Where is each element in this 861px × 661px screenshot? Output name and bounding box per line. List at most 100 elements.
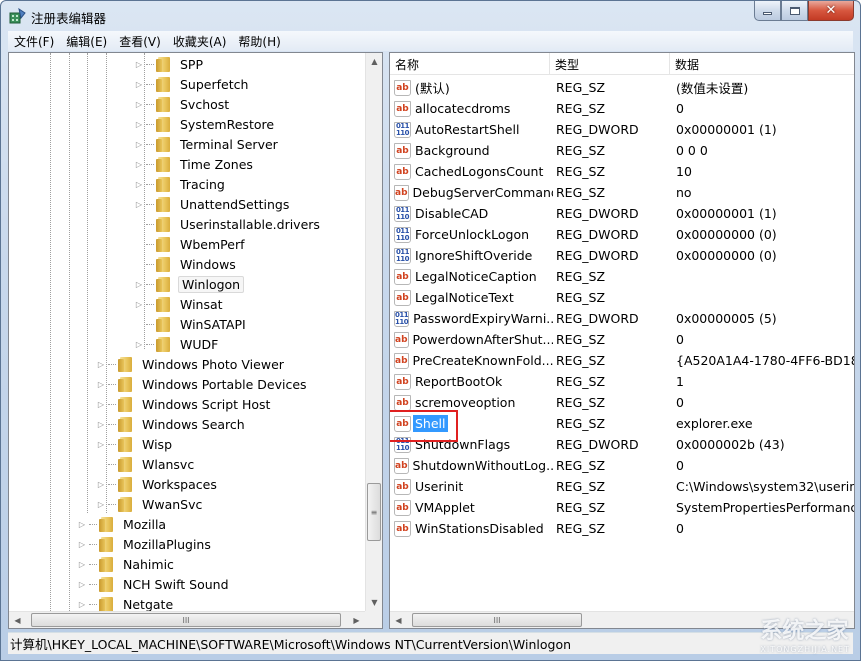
scroll-left-button[interactable]: ◀ — [390, 612, 407, 628]
expand-arrow-icon[interactable]: ▷ — [96, 359, 106, 369]
tree-item[interactable]: ▷ SPP — [134, 54, 205, 74]
expand-arrow-icon[interactable]: ▷ — [96, 379, 106, 389]
registry-value-row[interactable]: ab Shell REG_SZ explorer.exe — [390, 413, 854, 434]
column-header-name[interactable]: 名称 — [390, 53, 550, 75]
tree-item[interactable]: ▷ UnattendSettings — [134, 194, 291, 214]
scroll-right-button[interactable]: ▶ — [348, 612, 365, 628]
tree-item[interactable]: ▷ Winsat — [134, 294, 225, 314]
expand-arrow-icon[interactable]: ▷ — [134, 339, 144, 349]
tree-item[interactable]: ▷ Windows Portable Devices — [96, 374, 309, 394]
value-data: 0 — [676, 395, 684, 410]
tree-item[interactable]: ▷ SystemRestore — [134, 114, 276, 134]
tree-item[interactable]: ▷ WUDF — [134, 334, 220, 354]
expand-arrow-icon[interactable]: ▷ — [96, 399, 106, 409]
tree-item[interactable]: ▷ NCH Swift Sound — [77, 574, 231, 594]
expand-arrow-icon[interactable]: ▷ — [96, 479, 106, 489]
value-data: 0x00000000 (0) — [676, 248, 777, 263]
expand-arrow-icon[interactable]: ▷ — [77, 599, 87, 609]
registry-value-row[interactable]: ab ShutdownWithoutLog... REG_SZ 0 — [390, 455, 854, 476]
tree-item[interactable]: ▷ Winlogon — [134, 274, 245, 294]
tree-item[interactable]: ▷ Nahimic — [77, 554, 176, 574]
expand-arrow-icon[interactable]: ▷ — [134, 139, 144, 149]
menu-help[interactable]: 帮助(H) — [232, 33, 286, 50]
tree-item[interactable]: ▷ Superfetch — [134, 74, 250, 94]
tree-item[interactable]: ▷ Windows Search — [96, 414, 247, 434]
registry-value-row[interactable]: 011 110 ShutdownFlags REG_DWORD 0x0000002b … — [390, 434, 854, 455]
tree-item[interactable]: ▷ Workspaces — [96, 474, 219, 494]
registry-tree[interactable]: ▷ SPP ▷ Superfetch ▷ Svchost ▷ SystemRestore ▷ Te… — [8, 52, 383, 629]
registry-value-row[interactable]: ab PowerdownAfterShut... REG_SZ 0 — [390, 329, 854, 350]
tree-item[interactable]: ▷ WwanSvc — [96, 494, 204, 514]
registry-value-row[interactable]: 011 110 DisableCAD REG_DWORD 0x00000001 (1) — [390, 203, 854, 224]
tree-item[interactable]: Userinstallable.drivers — [134, 214, 322, 234]
tree-scroll-thumb[interactable]: ≡ — [367, 483, 381, 541]
tree-item[interactable]: ▷ Wisp — [96, 434, 174, 454]
column-header-type[interactable]: 类型 — [550, 53, 670, 75]
expand-arrow-icon[interactable]: ▷ — [134, 299, 144, 309]
expand-arrow-icon[interactable]: ▷ — [134, 199, 144, 209]
minimize-button[interactable] — [754, 1, 781, 21]
expand-arrow-icon[interactable]: ▷ — [77, 539, 87, 549]
tree-item[interactable]: ▷ Tracing — [134, 174, 227, 194]
tree-item[interactable]: Windows — [134, 254, 238, 274]
tree-item[interactable]: ▷ MozillaPlugins — [77, 534, 213, 554]
scroll-left-button[interactable]: ◀ — [9, 612, 26, 628]
tree-item[interactable]: WinSATAPI — [134, 314, 248, 334]
registry-value-row[interactable]: ab CachedLogonsCount REG_SZ 10 — [390, 161, 854, 182]
expand-arrow-icon[interactable]: ▷ — [134, 99, 144, 109]
values-list[interactable]: 名称 类型 数据 ab (默认) REG_SZ (数值未设置) ab allocatecd… — [389, 52, 855, 629]
registry-value-row[interactable]: ab WinStationsDisabled REG_SZ 0 — [390, 518, 854, 539]
menu-view[interactable]: 查看(V) — [113, 33, 167, 50]
tree-item[interactable]: ▷ Time Zones — [134, 154, 255, 174]
title-bar[interactable]: 注册表编辑器 ✕ — [1, 1, 860, 31]
expand-arrow-icon[interactable]: ▷ — [77, 559, 87, 569]
expand-arrow-icon[interactable]: ▷ — [134, 79, 144, 89]
tree-item[interactable]: ▷ Windows Script Host — [96, 394, 272, 414]
close-button[interactable]: ✕ — [808, 1, 854, 21]
tree-item[interactable]: Wlansvc — [96, 454, 196, 474]
maximize-button[interactable] — [781, 1, 808, 21]
expand-arrow-icon[interactable]: ▷ — [77, 519, 87, 529]
tree-leaf-connector — [96, 459, 106, 469]
registry-value-row[interactable]: ab LegalNoticeCaption REG_SZ — [390, 266, 854, 287]
registry-value-row[interactable]: ab PreCreateKnownFold... REG_SZ {A520A1A4-1… — [390, 350, 854, 371]
expand-arrow-icon[interactable]: ▷ — [134, 159, 144, 169]
menu-favorites[interactable]: 收藏夹(A) — [167, 33, 233, 50]
expand-arrow-icon[interactable]: ▷ — [134, 179, 144, 189]
expand-arrow-icon[interactable]: ▷ — [134, 279, 144, 289]
expand-arrow-icon[interactable]: ▷ — [96, 419, 106, 429]
tree-item[interactable]: ▷ Windows Photo Viewer — [96, 354, 286, 374]
registry-value-row[interactable]: ab (默认) REG_SZ (数值未设置) — [390, 77, 854, 98]
expand-arrow-icon[interactable]: ▷ — [96, 499, 106, 509]
registry-value-row[interactable]: ab Userinit REG_SZ C:\Windows\system32\user… — [390, 476, 854, 497]
tree-item[interactable]: WbemPerf — [134, 234, 246, 254]
scroll-down-button[interactable]: ▼ — [366, 594, 382, 611]
expand-arrow-icon[interactable]: ▷ — [134, 59, 144, 69]
tree-vertical-scrollbar[interactable]: ▲ ≡ ▼ — [365, 53, 382, 611]
tree-item[interactable]: ▷ Svchost — [134, 94, 231, 114]
tree-item[interactable]: ▷ Terminal Server — [134, 134, 280, 154]
registry-value-row[interactable]: 011 110 AutoRestartShell REG_DWORD 0x000000… — [390, 119, 854, 140]
menu-file[interactable]: 文件(F) — [8, 33, 60, 50]
column-header-data[interactable]: 数据 — [670, 53, 854, 75]
scroll-up-button[interactable]: ▲ — [366, 53, 382, 70]
registry-value-row[interactable]: 011 110 PasswordExpiryWarni... REG_DWORD 0x… — [390, 308, 854, 329]
tree-item[interactable]: ▷ Mozilla — [77, 514, 168, 534]
menu-edit[interactable]: 编辑(E) — [60, 33, 113, 50]
registry-value-row[interactable]: ab ReportBootOk REG_SZ 1 — [390, 371, 854, 392]
string-value-icon: ab — [394, 499, 411, 516]
tree-horizontal-scrollbar[interactable]: ◀ III ▶ — [9, 611, 365, 628]
expand-arrow-icon[interactable]: ▷ — [134, 119, 144, 129]
tree-hscroll-thumb[interactable]: III — [31, 613, 341, 627]
registry-value-row[interactable]: ab LegalNoticeText REG_SZ — [390, 287, 854, 308]
registry-value-row[interactable]: 011 110 ForceUnlockLogon REG_DWORD 0x000000… — [390, 224, 854, 245]
expand-arrow-icon[interactable]: ▷ — [96, 439, 106, 449]
registry-value-row[interactable]: ab scremoveoption REG_SZ 0 — [390, 392, 854, 413]
registry-value-row[interactable]: ab VMApplet REG_SZ SystemPropertiesPerforma… — [390, 497, 854, 518]
registry-value-row[interactable]: ab DebugServerCommand REG_SZ no — [390, 182, 854, 203]
list-hscroll-thumb[interactable]: III — [412, 613, 582, 627]
registry-value-row[interactable]: ab allocatecdroms REG_SZ 0 — [390, 98, 854, 119]
registry-value-row[interactable]: ab Background REG_SZ 0 0 0 — [390, 140, 854, 161]
expand-arrow-icon[interactable]: ▷ — [77, 579, 87, 589]
registry-value-row[interactable]: 011 110 IgnoreShiftOveride REG_DWORD 0x0000… — [390, 245, 854, 266]
